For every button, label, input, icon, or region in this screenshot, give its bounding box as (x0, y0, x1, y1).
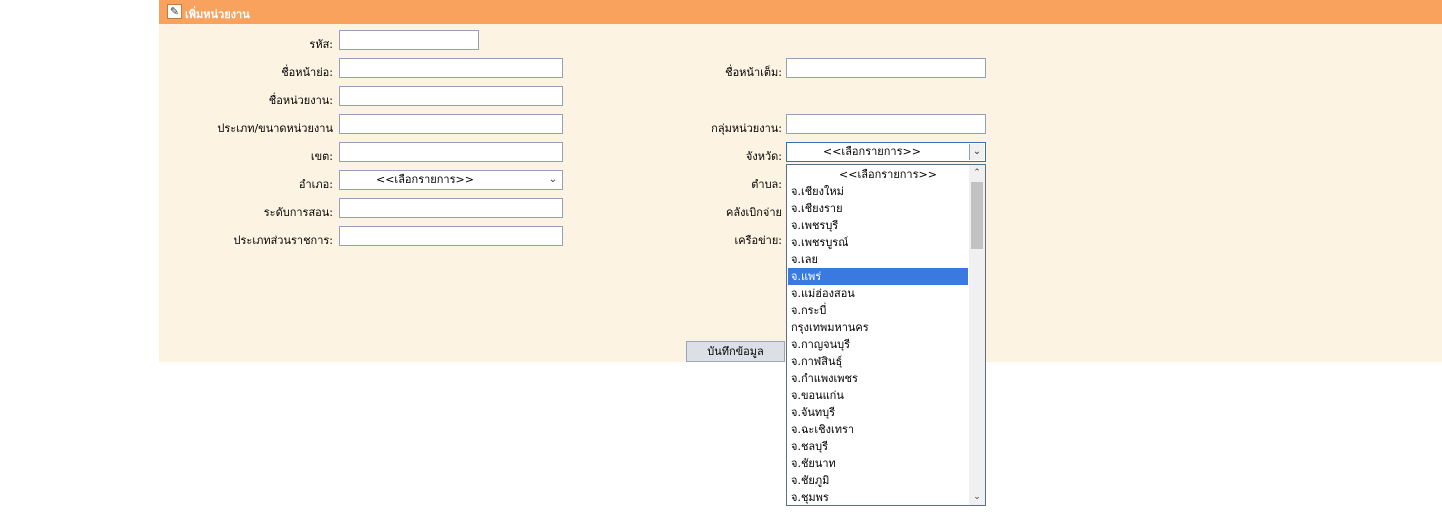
zone-input[interactable] (339, 142, 563, 162)
province-option[interactable]: <<เลือกรายการ>> (788, 166, 968, 183)
province-option[interactable]: จ.ฉะเชิงเทรา (788, 421, 968, 438)
province-select-value: <<เลือกรายการ>> (823, 145, 921, 158)
unit-type-label: ประเภท/ขนาดหน่วยงาน (217, 122, 333, 135)
network-label: เครือข่าย: (734, 234, 782, 247)
gov-type-input[interactable] (339, 226, 563, 246)
province-option[interactable]: จ.เพชรบูรณ์ (788, 234, 968, 251)
province-option[interactable]: จ.ชุมพร (788, 489, 968, 505)
form-title: เพิ่มหน่วยงาน (185, 8, 250, 21)
province-option[interactable]: จ.ชัยภูมิ (788, 472, 968, 489)
pencil-edit-icon: ✎ (167, 4, 182, 19)
code-input[interactable] (339, 30, 479, 50)
province-option[interactable]: จ.กำแพงเพชร (788, 370, 968, 387)
province-option[interactable]: จ.กาญจนบุรี (788, 336, 968, 353)
province-option[interactable]: จ.เชียงราย (788, 200, 968, 217)
chevron-down-icon: ⌄ (548, 174, 558, 185)
zone-label: เขต: (310, 150, 333, 163)
province-option[interactable]: จ.ชัยนาท (788, 455, 968, 472)
scrollbar-thumb[interactable] (971, 182, 983, 249)
save-button[interactable]: บันทึกข้อมูล (686, 341, 785, 362)
province-option[interactable]: จ.เพชรบุรี (788, 217, 968, 234)
gov-type-label: ประเภทส่วนราชการ: (233, 234, 333, 247)
province-option[interactable]: จ.เลย (788, 251, 968, 268)
chevron-up-icon[interactable]: ⌃ (969, 165, 985, 181)
province-dropdown-list[interactable]: <<เลือกรายการ>> จ.เชียงใหม่ จ.เชียงราย จ.เพ… (786, 164, 986, 506)
province-label: จังหวัด: (745, 150, 782, 163)
province-option[interactable]: จ.ขอนแก่น (788, 387, 968, 404)
province-select[interactable]: <<เลือกรายการ>> ⌄ (786, 142, 986, 162)
unit-type-input[interactable] (339, 114, 563, 134)
province-option[interactable]: จ.เชียงใหม่ (788, 183, 968, 200)
province-option[interactable]: จ.จันทบุรี (788, 404, 968, 421)
code-label: รหัส: (309, 38, 333, 51)
teaching-level-label: ระดับการสอน: (263, 206, 333, 219)
subdistrict-label: ตำบล: (751, 178, 782, 191)
prefix-short-input[interactable] (339, 58, 563, 78)
treasury-label: คลังเบิกจ่าย (726, 206, 782, 219)
province-option[interactable]: กรุงเทพมหานคร (788, 319, 968, 336)
province-option[interactable]: จ.แม่ฮ่องสอน (788, 285, 968, 302)
prefix-full-input[interactable] (786, 58, 986, 78)
chevron-down-icon[interactable]: ⌄ (969, 489, 985, 505)
unit-name-input[interactable] (339, 86, 563, 106)
prefix-full-label: ชื่อหน้าเต็ม: (725, 66, 782, 79)
form-titlebar (159, 0, 1442, 24)
teaching-level-input[interactable] (339, 198, 563, 218)
district-select[interactable]: <<เลือกรายการ>> ⌄ (339, 170, 563, 190)
province-option[interactable]: จ.ชลบุรี (788, 438, 968, 455)
province-option[interactable]: จ.กระบี่ (788, 302, 968, 319)
prefix-short-label: ชื่อหน้าย่อ: (281, 66, 333, 79)
dropdown-scrollbar[interactable]: ⌃ ⌄ (969, 165, 985, 505)
province-option[interactable]: จ.แพร่ (788, 268, 968, 285)
district-select-value: <<เลือกรายการ>> (376, 173, 474, 186)
unit-group-input[interactable] (786, 114, 986, 134)
chevron-down-icon: ⌄ (969, 144, 984, 160)
unit-group-label: กลุ่มหน่วยงาน: (711, 122, 782, 135)
unit-name-label: ชื่อหน่วยงาน: (268, 94, 333, 107)
province-option[interactable]: จ.กาฬสินธุ์ (788, 353, 968, 370)
district-label: อำเภอ: (298, 178, 333, 191)
